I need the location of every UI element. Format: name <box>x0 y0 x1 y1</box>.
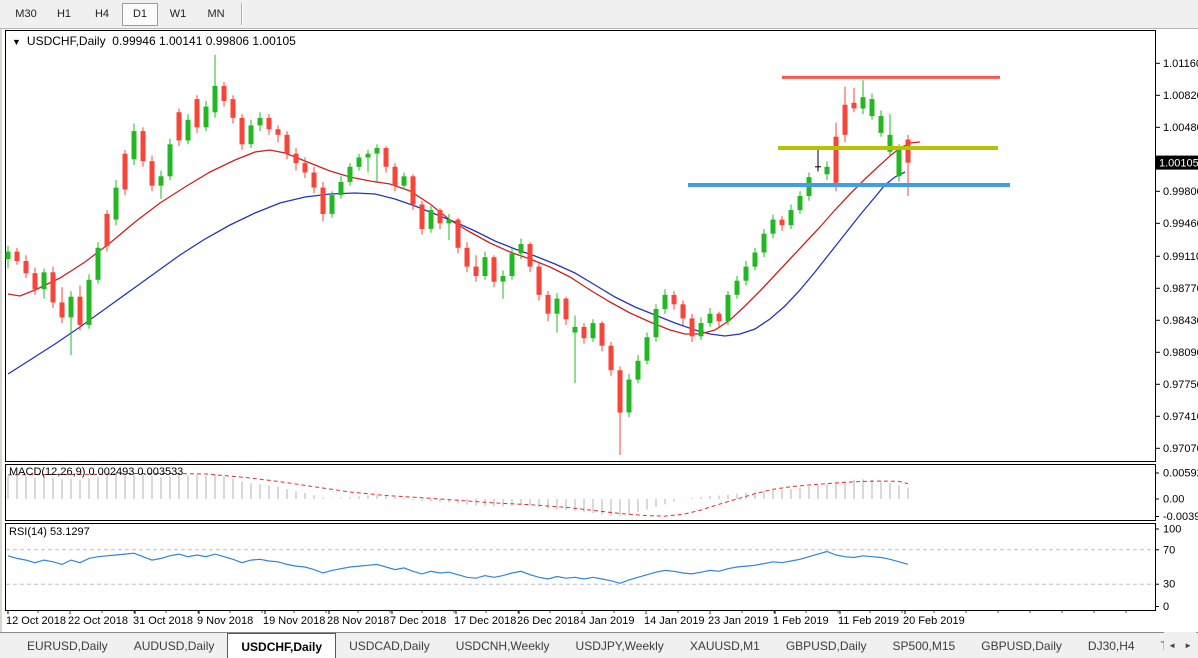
rsi-axis-label: 30 <box>1163 579 1175 591</box>
rsi-value: 53.1297 <box>49 526 90 538</box>
tab-xauusd-m1[interactable]: XAUUSD,M1 <box>677 633 773 658</box>
timeframe-button-m30[interactable]: M30 <box>8 3 44 26</box>
rsi-indicator-label: RSI(14) 53.1297 <box>9 526 90 538</box>
price-tick-label: 0.97070 <box>1163 443 1198 455</box>
timeframe-button-mn[interactable]: MN <box>198 3 234 26</box>
toolbar-divider <box>241 3 243 25</box>
date-label: 17 Dec 2018 <box>454 615 516 627</box>
date-label: 14 Jan 2019 <box>644 615 705 627</box>
price-tick-label: 0.99460 <box>1163 218 1198 230</box>
price-tick-label: 0.98090 <box>1163 347 1198 359</box>
chart-symbol-label: USDCHF,Daily <box>26 34 106 48</box>
rsi-pane <box>5 523 1156 611</box>
macd-values: 0.002493 0.003533 <box>88 466 184 478</box>
scroll-right-arrow-icon[interactable]: ► <box>1180 641 1196 650</box>
price-tick-label: 0.98770 <box>1163 283 1198 295</box>
rsi-axis-label: 100 <box>1163 524 1181 536</box>
timeframe-button-h4[interactable]: H4 <box>84 3 120 26</box>
tab-gbpusd-daily[interactable]: GBPUSD,Daily <box>968 633 1075 658</box>
chart-title: ▼ USDCHF,Daily 0.99946 1.00141 0.99806 1.… <box>12 34 296 48</box>
date-label: 12 Oct 2018 <box>6 615 66 627</box>
macd-indicator-label: MACD(12,26,9) 0.002493 0.003533 <box>9 466 183 478</box>
tab-usdjpy-weekly[interactable]: USDJPY,Weekly <box>563 633 677 658</box>
tab-gbpusd-daily[interactable]: GBPUSD,Daily <box>773 633 880 658</box>
tab-usdcnh-weekly[interactable]: USDCNH,Weekly <box>443 633 563 658</box>
tab-tech10[interactable]: TECH10 <box>1148 633 1164 658</box>
timeframe-button-h1[interactable]: H1 <box>46 3 82 26</box>
date-label: 31 Oct 2018 <box>133 615 193 627</box>
price-tick-label: 0.98430 <box>1163 315 1198 327</box>
current-price-label: 1.00105 <box>1159 157 1198 169</box>
date-label: 26 Dec 2018 <box>517 615 579 627</box>
macd-axis-label: 0.005925 <box>1163 468 1198 480</box>
price-tick-label: 0.97410 <box>1163 411 1198 423</box>
rsi-axis-label: 0 <box>1163 601 1169 613</box>
date-label: 22 Oct 2018 <box>68 615 128 627</box>
tab-strip: EURUSD,Daily AUDUSD,Daily USDCHF,Daily USDC… <box>14 633 1164 658</box>
tab-usdcad-daily[interactable]: USDCAD,Daily <box>336 633 443 658</box>
price-tick-label: 1.01160 <box>1163 58 1198 70</box>
date-label: 28 Nov 2018 <box>327 615 389 627</box>
tab-sp500-m15[interactable]: SP500,M15 <box>880 633 969 658</box>
date-label: 4 Jan 2019 <box>580 615 634 627</box>
chart-canvas: 1.011601.008201.004801.001400.998000.994… <box>5 30 1198 627</box>
date-label: 1 Feb 2019 <box>773 615 829 627</box>
timeframe-toolbar: M30 H1 H4 D1 W1 MN <box>0 0 1198 29</box>
price-tick-label: 1.00820 <box>1163 90 1198 102</box>
macd-name: MACD(12,26,9) <box>9 466 86 478</box>
date-label: 23 Jan 2019 <box>708 615 769 627</box>
price-tick-label: 1.00480 <box>1163 122 1198 134</box>
date-label: 7 Dec 2018 <box>390 615 446 627</box>
chart-ohlc-values: 0.99946 1.00141 0.99806 1.00105 <box>112 34 296 48</box>
date-label: 9 Nov 2018 <box>197 615 253 627</box>
chart-tab-bar: EURUSD,Daily AUDUSD,Daily USDCHF,Daily USDC… <box>0 632 1198 658</box>
price-tick-label: 0.99110 <box>1163 251 1198 263</box>
tab-dj30-h4[interactable]: DJ30,H4 <box>1075 633 1148 658</box>
trading-terminal: M30H1H4D1W1MN 1.01160 1.00820 1.00480 1.001… <box>0 0 1198 658</box>
date-label: 11 Feb 2019 <box>838 615 899 627</box>
date-label: 20 Feb 2019 <box>903 615 965 627</box>
tab-usdchf-daily[interactable]: USDCHF,Daily <box>227 633 337 658</box>
timeframe-button-d1[interactable]: D1 <box>122 2 158 26</box>
scroll-left-arrow-icon[interactable]: ◄ <box>1164 641 1180 650</box>
timeframe-button-w1[interactable]: W1 <box>160 3 196 26</box>
macd-axis-label: -0.003951 <box>1163 511 1198 523</box>
price-pane <box>5 30 1156 462</box>
tab-audusd-daily[interactable]: AUDUSD,Daily <box>121 633 228 658</box>
price-tick-label: 0.97750 <box>1163 379 1198 391</box>
macd-axis-label: 0.00 <box>1163 494 1184 506</box>
tab-scroll-arrows: ◄ ► <box>1164 632 1196 658</box>
chevron-down-icon[interactable]: ▼ <box>12 37 21 47</box>
price-tick-label: 0.99800 <box>1163 186 1198 198</box>
rsi-name: RSI(14) <box>9 526 47 538</box>
rsi-axis-label: 70 <box>1163 544 1175 556</box>
tab-eurusd-daily[interactable]: EURUSD,Daily <box>14 633 121 658</box>
date-label: 19 Nov 2018 <box>263 615 325 627</box>
